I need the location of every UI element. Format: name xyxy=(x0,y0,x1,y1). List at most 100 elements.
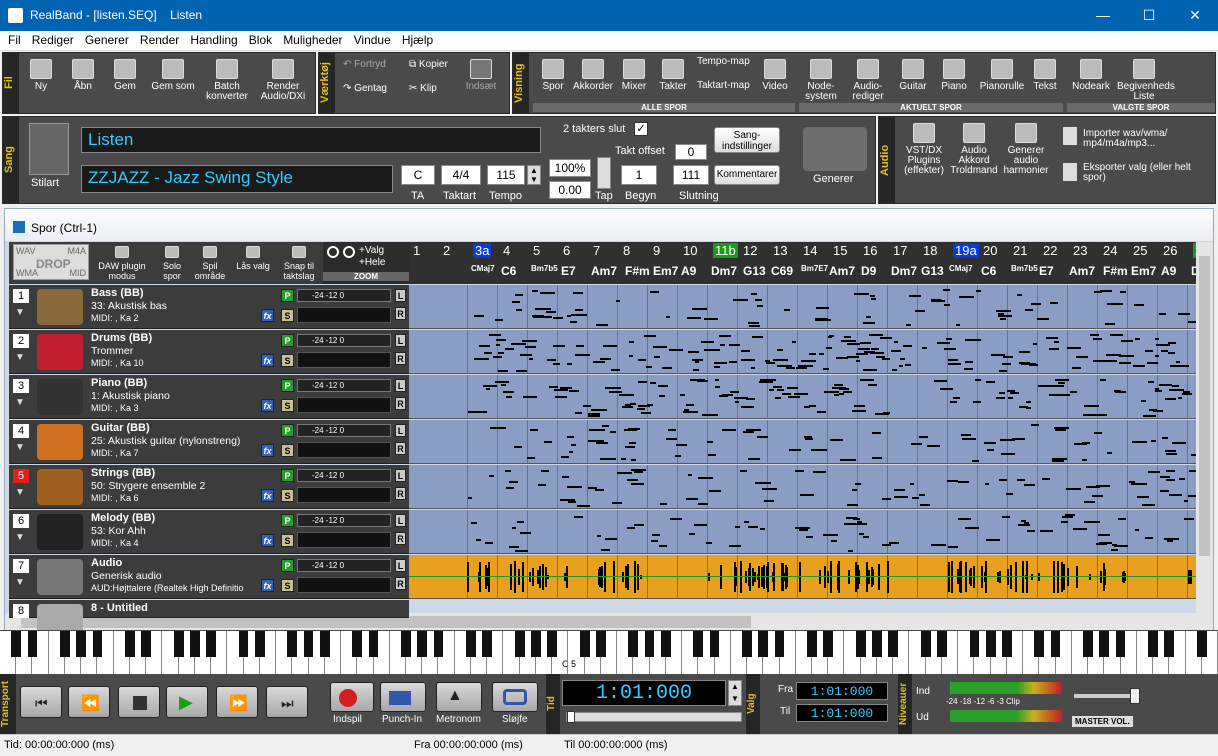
bar-number[interactable]: 13 xyxy=(773,243,787,258)
black-key[interactable] xyxy=(238,631,249,657)
track-number[interactable]: 5 xyxy=(13,469,29,483)
to-display[interactable]: 1:01:000 xyxy=(796,704,888,722)
black-key[interactable] xyxy=(596,631,606,657)
open-button[interactable]: Åbn xyxy=(65,59,101,92)
black-key[interactable] xyxy=(969,631,980,657)
black-key[interactable] xyxy=(466,631,476,657)
paste-button[interactable]: Indsæt xyxy=(461,59,501,92)
view-pianoroll-button[interactable]: Pianorulle xyxy=(977,59,1027,92)
view-nodeark-button[interactable]: Nodeark xyxy=(1071,59,1111,92)
black-key[interactable] xyxy=(1034,631,1045,657)
black-key[interactable] xyxy=(920,631,931,657)
track-level-meter[interactable]: -24 -12 0 xyxy=(297,559,391,572)
time-spinner[interactable]: ▲ ▼ xyxy=(728,680,742,706)
menu-fil[interactable]: Fil xyxy=(4,31,25,50)
style-label[interactable]: Stilart xyxy=(31,177,59,189)
track-play-toggle[interactable]: P xyxy=(281,559,294,572)
chord-symbol[interactable]: A9 xyxy=(1161,264,1176,278)
bar-number[interactable]: 23 xyxy=(1073,243,1087,258)
master-volume-slider[interactable] xyxy=(1074,688,1140,704)
vscroll-thumb[interactable] xyxy=(1199,256,1210,556)
track-left-channel[interactable]: L xyxy=(395,289,406,302)
track-fx-button[interactable]: fx xyxy=(261,534,274,547)
view-event-list-button[interactable]: Begivenheds Liste xyxy=(1117,59,1175,102)
track-volume-slider[interactable] xyxy=(297,532,391,548)
track-solo-button[interactable]: S xyxy=(281,354,294,367)
view-tekst-button[interactable]: Tekst xyxy=(1029,59,1061,92)
track-solo-button[interactable]: S xyxy=(281,534,294,547)
track-volume-slider[interactable] xyxy=(297,487,391,503)
track-level-meter[interactable]: -24 -12 0 xyxy=(297,379,391,392)
track-header[interactable]: 6 ▼ Melody (BB) 53: Kor Ahh MIDI: , Ka 4 P -24… xyxy=(9,510,409,554)
bar-number[interactable]: 24 xyxy=(1103,243,1117,258)
track-left-channel[interactable]: L xyxy=(395,424,406,437)
track-solo-button[interactable]: S xyxy=(281,489,294,502)
track-solo-button[interactable]: S xyxy=(281,309,294,322)
chord-symbol[interactable]: CMaj7 xyxy=(471,264,495,273)
track-fx-button[interactable]: fx xyxy=(261,309,274,322)
chord-symbol[interactable]: Am7 xyxy=(1069,264,1095,278)
skip-end-button[interactable]: ⏭ xyxy=(266,686,308,718)
audio-chord-wizard-button[interactable]: Audio Akkord Troldmand xyxy=(949,123,999,176)
black-key[interactable] xyxy=(514,631,525,657)
black-key[interactable] xyxy=(644,631,655,657)
black-key[interactable] xyxy=(433,631,444,657)
track-volume-slider[interactable] xyxy=(297,397,391,413)
drop-zone[interactable]: WAV M4A DROP WMA MID xyxy=(13,244,89,280)
undo-button[interactable]: ↶ Fortryd xyxy=(343,59,386,70)
metronome-button[interactable]: ▲ xyxy=(436,682,482,712)
bar-number[interactable]: 10 xyxy=(683,243,697,258)
track-right-channel[interactable]: R xyxy=(395,532,406,545)
bar-number[interactable]: 3a xyxy=(473,243,492,258)
track-menu-icon[interactable]: ▼ xyxy=(15,487,25,498)
track-name[interactable]: 8 - Untitled xyxy=(91,602,148,614)
play-region-button[interactable]: Spil område xyxy=(191,246,229,281)
track-header[interactable]: 2 ▼ Drums (BB) Trommer MIDI: , Ka 10 P -24 -12… xyxy=(9,330,409,374)
track-level-meter[interactable]: -24 -12 0 xyxy=(297,514,391,527)
black-key[interactable] xyxy=(76,631,87,657)
bar-number[interactable]: 2 xyxy=(443,243,450,258)
chord-symbol[interactable]: F#m xyxy=(625,264,650,278)
chord-symbol[interactable]: G13 xyxy=(743,264,766,278)
rewind-button[interactable]: ⏪ xyxy=(68,686,110,718)
black-key[interactable] xyxy=(173,631,184,657)
comments-button[interactable]: Kommentarer xyxy=(714,165,780,185)
track-menu-icon[interactable]: ▼ xyxy=(15,397,25,408)
black-key[interactable] xyxy=(190,631,200,657)
chord-symbol[interactable]: Em7 xyxy=(653,264,678,278)
track-name[interactable]: Audio xyxy=(91,557,122,569)
menu-handling[interactable]: Handling xyxy=(186,31,241,50)
black-key[interactable] xyxy=(807,631,817,657)
black-key[interactable] xyxy=(758,631,769,657)
track-volume-slider[interactable] xyxy=(297,352,391,368)
batch-convert-button[interactable]: Batch konverter xyxy=(203,59,251,102)
bar-number[interactable]: 7 xyxy=(593,243,600,258)
view-guitar-button[interactable]: Guitar xyxy=(895,59,931,92)
tap-slider[interactable] xyxy=(597,157,611,189)
takt-offset-field[interactable]: 0 xyxy=(675,144,707,160)
vst-plugins-button[interactable]: VST/DX Plugins (effekter) xyxy=(899,123,949,176)
track-play-toggle[interactable]: P xyxy=(281,514,294,527)
track-header[interactable]: 1 ▼ Bass (BB) 33: Akustisk bas MIDI: , Ka 2 P… xyxy=(9,285,409,329)
bar-number[interactable]: 21 xyxy=(1013,243,1027,258)
track-instrument[interactable]: 50: Strygere ensemble 2 xyxy=(91,480,259,492)
track-play-toggle[interactable]: P xyxy=(281,424,294,437)
track-menu-icon[interactable]: ▼ xyxy=(15,352,25,363)
track-name[interactable]: Bass (BB) xyxy=(91,287,144,299)
black-key[interactable] xyxy=(579,631,590,657)
view-spor-button[interactable]: Spor xyxy=(537,59,569,92)
snap-button[interactable]: Snap til taktslag xyxy=(277,246,321,281)
track-level-meter[interactable]: -24 -12 0 xyxy=(297,334,391,347)
black-key[interactable] xyxy=(547,631,558,657)
view-mixer-button[interactable]: Mixer xyxy=(617,59,651,92)
track-left-channel[interactable]: L xyxy=(395,379,406,392)
tempo-spinner[interactable]: ▲ ▼ xyxy=(527,165,541,185)
chord-symbol[interactable]: CMaj7 xyxy=(949,264,973,273)
black-key[interactable] xyxy=(125,631,135,657)
bar-number[interactable]: 25 xyxy=(1133,243,1147,258)
track-right-channel[interactable]: R xyxy=(395,487,406,500)
black-key[interactable] xyxy=(141,631,152,657)
fast-forward-button[interactable]: ⏩ xyxy=(216,686,258,718)
track-fx-button[interactable]: fx xyxy=(261,354,274,367)
black-key[interactable] xyxy=(1115,631,1126,657)
